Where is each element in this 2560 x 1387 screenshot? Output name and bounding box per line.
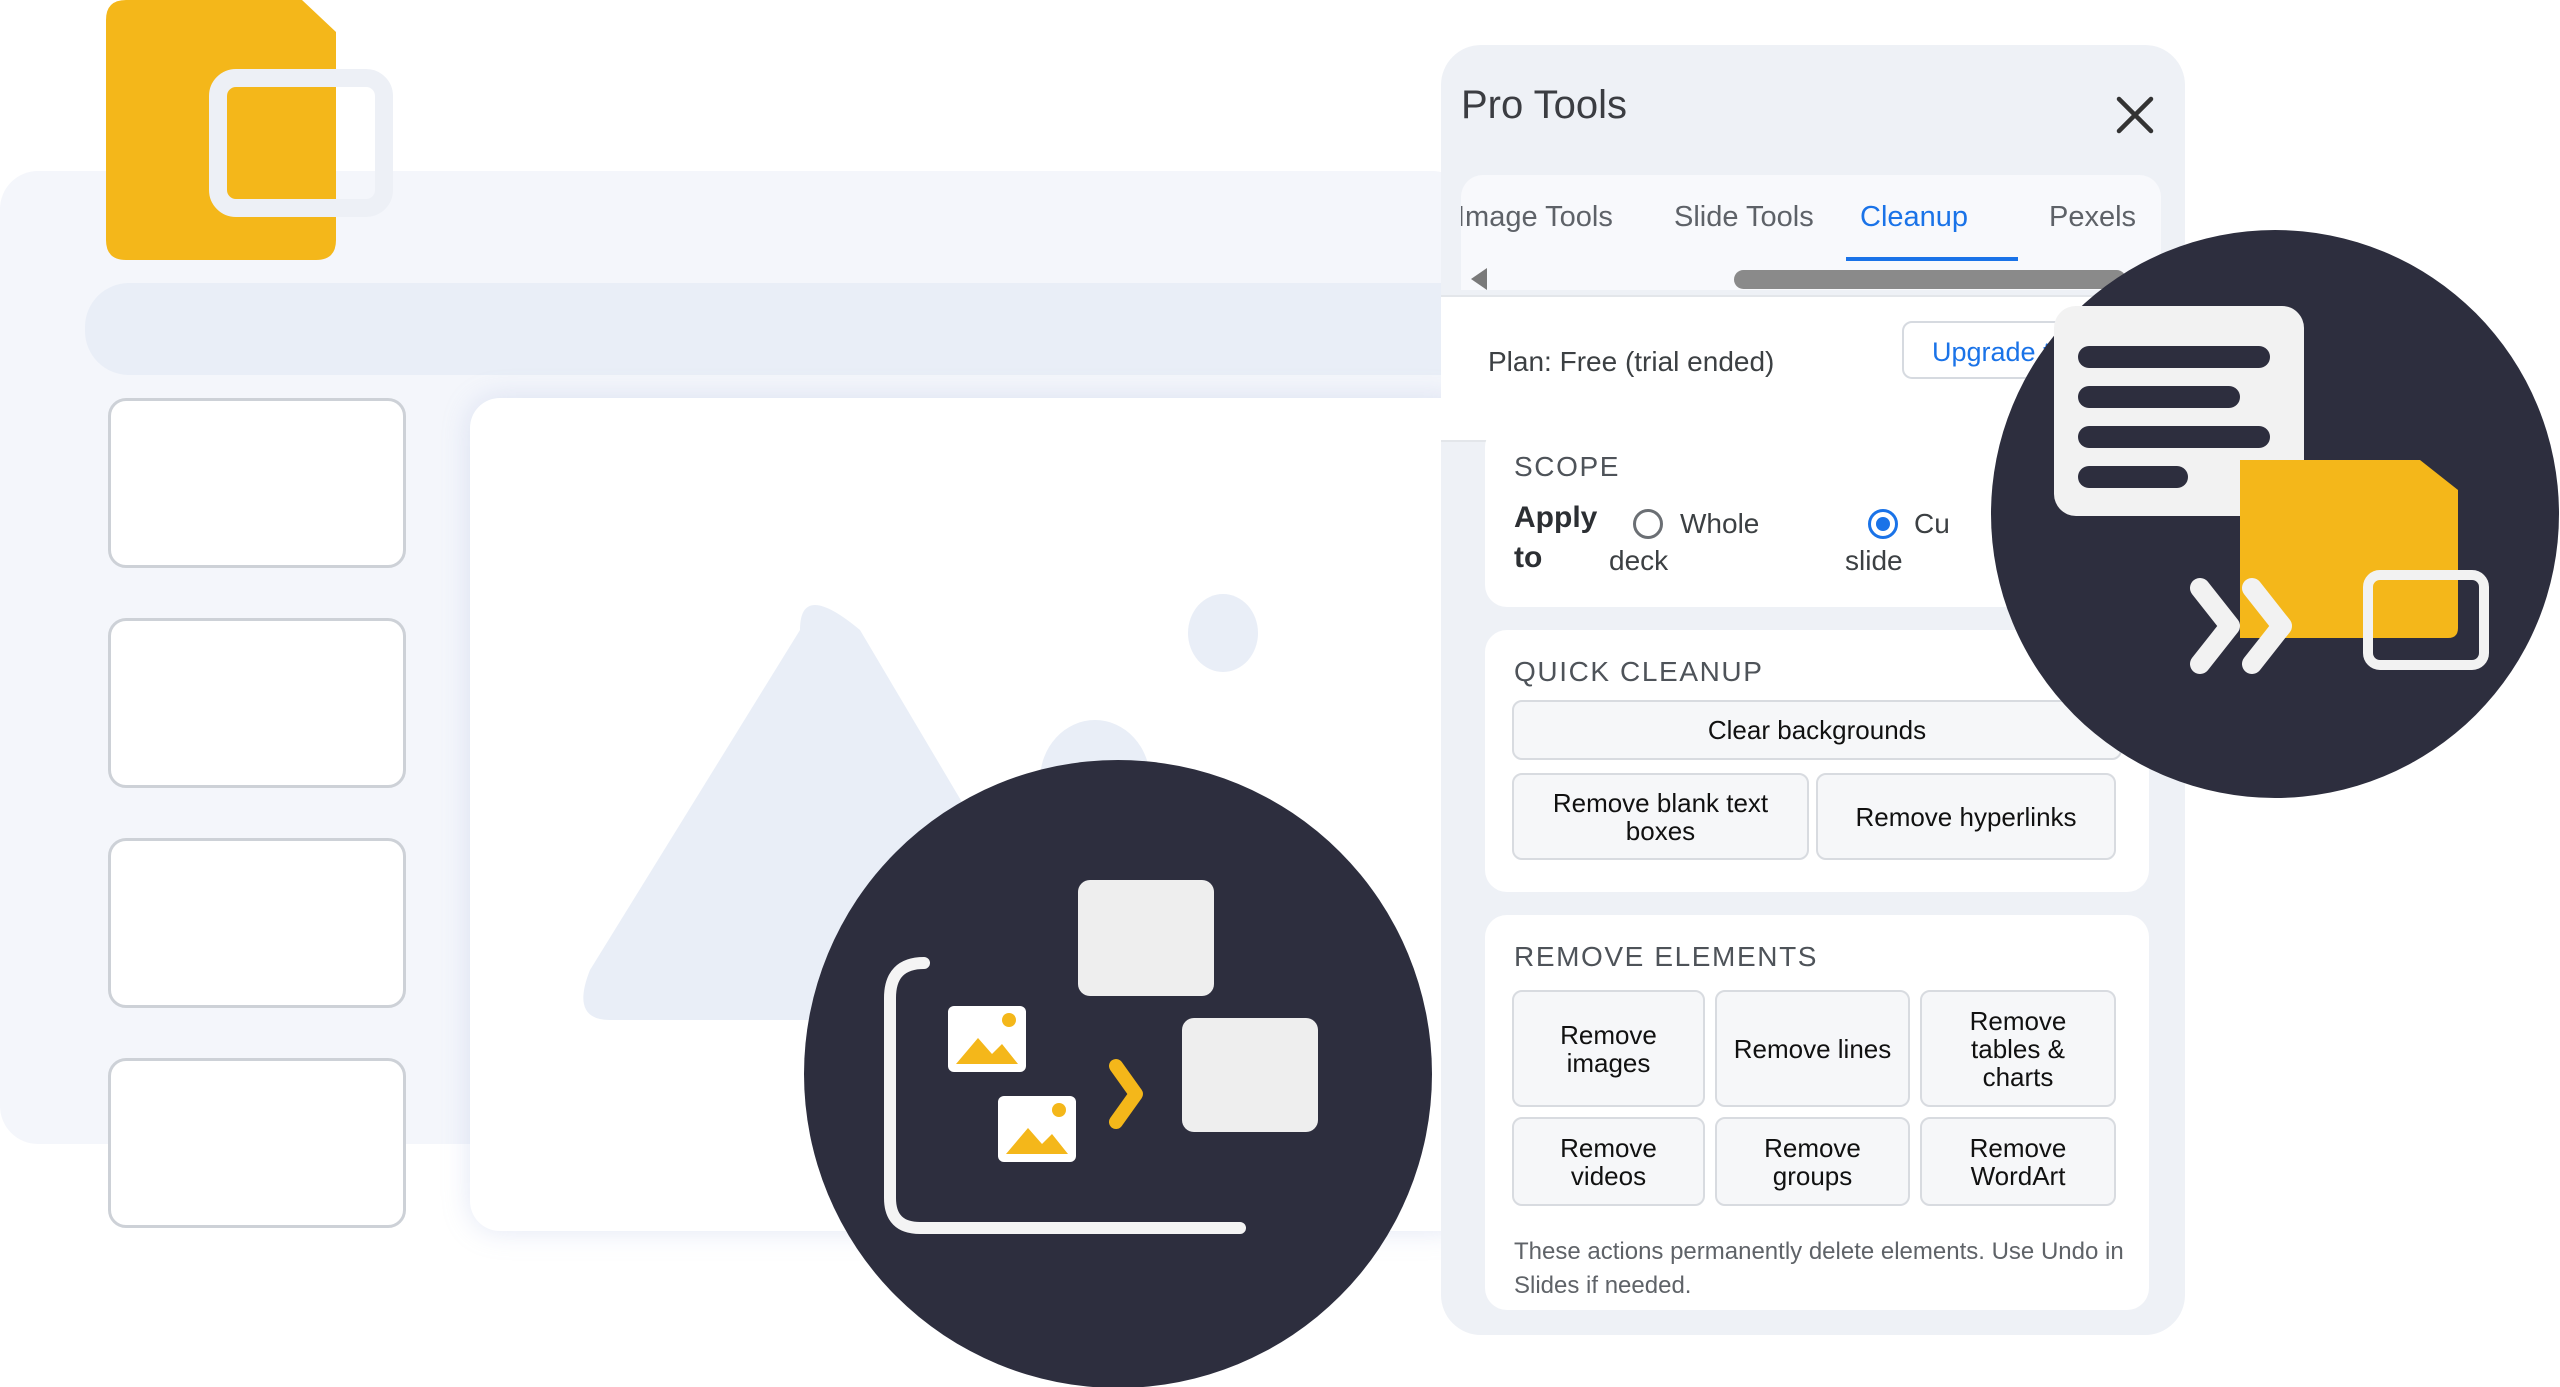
remove-elements-title: REMOVE ELEMENTS — [1514, 941, 1819, 972]
radio-whole-deck[interactable] — [1633, 509, 1663, 539]
scope-title: SCOPE — [1514, 451, 1621, 482]
slides-logo-icon — [106, 0, 393, 260]
warning-note: These actions permanently delete element… — [1514, 1238, 2124, 1299]
panel-title: Pro Tools — [1461, 83, 1628, 127]
close-icon[interactable] — [2109, 89, 2161, 141]
remove-lines-button[interactable]: Remove lines — [1715, 990, 1910, 1107]
remove-elements-illustration-icon — [804, 760, 1432, 1387]
tab-slide-tools[interactable]: Slide Tools — [1674, 201, 1814, 234]
quick-cleanup-title: QUICK CLEANUP — [1514, 656, 1764, 687]
remove-blank-text-boxes-button[interactable]: Remove blank text boxes — [1512, 773, 1809, 860]
remove-groups-button[interactable]: Remove groups — [1715, 1117, 1910, 1206]
slide-thumbnail — [108, 1058, 406, 1228]
tab-image-tools[interactable]: Image Tools — [1461, 201, 1613, 234]
current-slide-label-2: slide — [1845, 545, 1903, 576]
slide-thumbnail — [108, 398, 406, 568]
whole-deck-label-1: Whole — [1680, 508, 1760, 539]
current-slide-label-1: Cu — [1914, 508, 1950, 539]
slide-thumbnail — [108, 618, 406, 788]
apply-to-label: Apply to — [1514, 501, 1598, 574]
remove-elements-section: REMOVE ELEMENTS Remove images Remove lin… — [1485, 915, 2149, 1310]
image-placeholder-sun — [1188, 594, 1258, 672]
tab-cleanup[interactable]: Cleanup — [1860, 201, 1968, 234]
scroll-left-arrow-icon[interactable] — [1471, 268, 1487, 290]
plan-status: Plan: Free (trial ended) — [1488, 346, 1775, 377]
whole-deck-label-2: deck — [1609, 545, 1669, 576]
radio-current-slide[interactable] — [1868, 509, 1898, 539]
remove-tables-charts-button[interactable]: Remove tables & charts — [1920, 990, 2116, 1107]
doc-to-slide-illustration-icon — [1991, 230, 2559, 798]
background-toolbar — [85, 283, 1485, 375]
remove-videos-button[interactable]: Remove videos — [1512, 1117, 1705, 1206]
remove-wordart-button[interactable]: Remove WordArt — [1920, 1117, 2116, 1206]
remove-images-button[interactable]: Remove images — [1512, 990, 1705, 1107]
slide-thumbnail — [108, 838, 406, 1008]
